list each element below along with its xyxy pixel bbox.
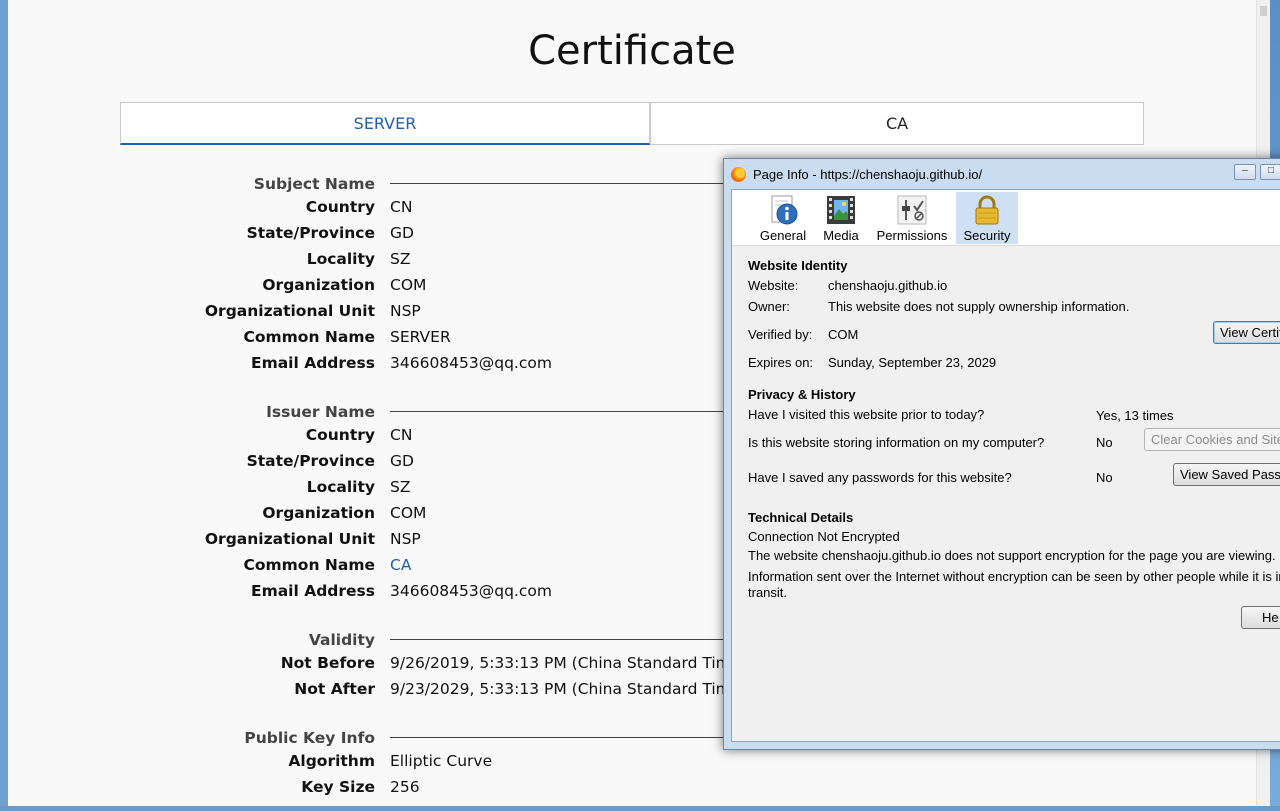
website-value: chenshaoju.github.io: [828, 278, 948, 293]
field-label: Country: [305, 198, 375, 216]
technical-heading: Technical Details: [748, 510, 854, 525]
dialog-titlebar[interactable]: Page Info - https://chenshaoju.github.io…: [724, 159, 1280, 189]
field-value: NSP: [390, 302, 421, 320]
field-value: GD: [390, 224, 414, 242]
section-heading-public-key: Public Key Info: [244, 729, 375, 747]
issuer-ca-link[interactable]: CA: [390, 556, 411, 574]
field-value: CN: [390, 198, 413, 216]
field-label: Organizational Unit: [204, 530, 375, 548]
dialog-toolbar: General Media Permissions Security: [732, 190, 1280, 246]
field-label: Organization: [262, 276, 375, 294]
field-label: Country: [305, 426, 375, 444]
encryption-note: The website chenshaoju.github.io does no…: [748, 548, 1276, 563]
dialog-title: Page Info - https://chenshaoju.github.io…: [753, 167, 983, 182]
tab-label: General: [759, 228, 807, 243]
tab-permissions[interactable]: Permissions: [872, 192, 952, 244]
tab-media[interactable]: Media: [816, 192, 866, 244]
field-value: 346608453@qq.com: [390, 354, 552, 372]
permissions-icon: [897, 195, 927, 225]
field-value: NSP: [390, 530, 421, 548]
section-heading-issuer: Issuer Name: [266, 403, 375, 421]
connection-status: Connection Not Encrypted: [748, 529, 900, 544]
page-info-dialog: Page Info - https://chenshaoju.github.io…: [723, 158, 1280, 750]
field-value: 9/23/2029, 5:33:13 PM (China Standard Ti…: [390, 680, 747, 698]
field-value: SZ: [390, 478, 411, 496]
media-icon: [827, 196, 855, 224]
field-value: COM: [390, 276, 427, 294]
field-value: 346608453@qq.com: [390, 582, 552, 600]
tab-label: Security: [963, 228, 1011, 243]
field-label: State/Province: [246, 224, 375, 242]
dialog-body: General Media Permissions Security Websi…: [731, 189, 1280, 742]
owner-value: This website does not supply ownership i…: [828, 299, 1130, 314]
section-heading-subject: Subject Name: [253, 175, 375, 193]
field-value: Elliptic Curve: [390, 752, 493, 770]
verified-by-value: COM: [828, 327, 859, 342]
tab-label: Permissions: [876, 228, 948, 243]
tab-security[interactable]: Security: [956, 192, 1018, 244]
field-value: 256: [390, 778, 420, 796]
lock-icon: [975, 195, 999, 225]
visited-answer: Yes, 13 times: [1096, 408, 1174, 423]
view-certificate-button[interactable]: View Certif: [1213, 321, 1280, 344]
transit-warning: Information sent over the Internet witho…: [748, 569, 1280, 600]
tab-ca[interactable]: CA: [650, 102, 1144, 145]
owner-label: Owner:: [748, 299, 790, 314]
tab-label: Media: [823, 228, 859, 243]
field-label: Common Name: [243, 328, 375, 346]
firefox-icon: [731, 167, 746, 182]
info-icon: [771, 195, 798, 225]
verified-by-label: Verified by:: [748, 327, 813, 342]
field-value: SERVER: [390, 328, 451, 346]
storing-question: Is this website storing information on m…: [748, 435, 1045, 450]
field-value: SZ: [390, 250, 411, 268]
privacy-heading: Privacy & History: [748, 387, 856, 402]
field-value: GD: [390, 452, 414, 470]
website-label: Website:: [748, 278, 799, 293]
tab-server[interactable]: SERVER: [120, 102, 650, 145]
field-value: 9/26/2019, 5:33:13 PM (China Standard Ti…: [390, 654, 747, 672]
field-label: Organization: [262, 504, 375, 522]
passwords-question: Have I saved any passwords for this webs…: [748, 470, 1012, 485]
scrollbar-thumb[interactable]: [1260, 6, 1267, 16]
field-label: Algorithm: [288, 752, 375, 770]
field-label: Key Size: [301, 778, 375, 796]
field-label: Common Name: [243, 556, 375, 574]
minimize-button[interactable]: –: [1234, 164, 1256, 180]
field-label: Email Address: [250, 354, 375, 372]
field-label: State/Province: [246, 452, 375, 470]
field-label: Not After: [294, 680, 375, 698]
tab-general[interactable]: General: [754, 192, 812, 244]
view-saved-passwords-button[interactable]: View Saved Passw: [1173, 463, 1280, 486]
expires-value: Sunday, September 23, 2029: [828, 355, 997, 370]
visited-question: Have I visited this website prior to tod…: [748, 407, 985, 422]
expires-label: Expires on:: [748, 355, 814, 370]
field-value: COM: [390, 504, 427, 522]
field-label: Not Before: [280, 654, 375, 672]
field-label: Organizational Unit: [204, 302, 375, 320]
storing-answer: No: [1096, 435, 1113, 450]
field-label: Email Address: [250, 582, 375, 600]
passwords-answer: No: [1096, 470, 1113, 485]
section-heading-validity: Validity: [308, 631, 375, 649]
maximize-button[interactable]: □: [1260, 164, 1280, 180]
identity-heading: Website Identity: [748, 258, 848, 273]
field-value: CN: [390, 426, 413, 444]
field-label: Locality: [306, 478, 375, 496]
clear-cookies-button[interactable]: Clear Cookies and Site: [1144, 428, 1280, 451]
desktop-edge: [0, 806, 1280, 811]
page-title: Certificate: [528, 28, 736, 74]
help-button[interactable]: He: [1241, 606, 1280, 629]
field-label: Locality: [306, 250, 375, 268]
